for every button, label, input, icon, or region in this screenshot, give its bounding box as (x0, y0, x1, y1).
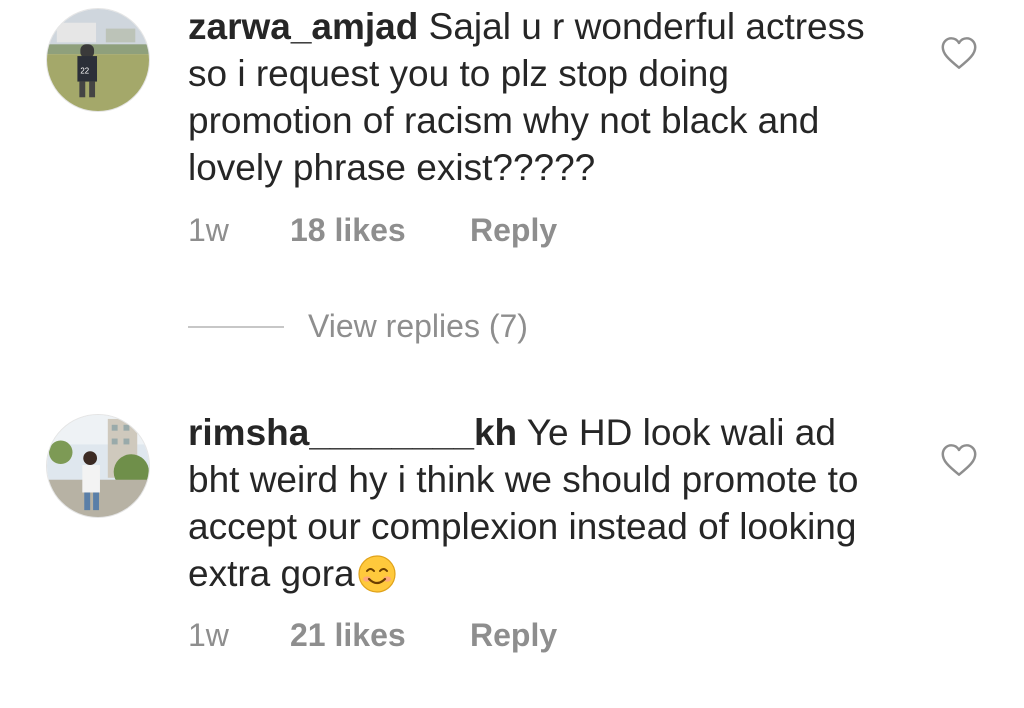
comment-text: rimsha________kh Ye HD look wali ad bht … (188, 409, 868, 597)
like-button[interactable] (940, 36, 978, 70)
view-replies-label: View replies (7) (308, 308, 528, 344)
comment-text: zarwa_amjad Sajal u r wonderful actress … (188, 3, 868, 191)
like-button[interactable] (940, 443, 978, 477)
avatar[interactable] (46, 414, 150, 518)
svg-text:22: 22 (80, 67, 89, 76)
comment-username[interactable]: zarwa_amjad (188, 6, 418, 47)
comment-time: 1w (188, 617, 229, 653)
comment-meta: 1w 21 likes Reply (188, 617, 557, 654)
avatar-photo: 22 (47, 9, 149, 111)
comment-meta: 1w 18 likes Reply (188, 212, 557, 249)
heart-outline-icon (941, 444, 977, 476)
comment-likes[interactable]: 21 likes (290, 617, 470, 654)
avatar-photo (47, 415, 149, 517)
comment-likes[interactable]: 18 likes (290, 212, 470, 249)
smiling-face-emoji-icon (357, 554, 397, 594)
replies-divider (188, 325, 284, 328)
comment-time: 1w (188, 212, 229, 248)
heart-outline-icon (941, 37, 977, 69)
reply-button[interactable]: Reply (470, 617, 557, 654)
view-replies-button[interactable]: View replies (7) (188, 308, 528, 345)
avatar[interactable]: 22 (46, 8, 150, 112)
reply-button[interactable]: Reply (470, 212, 557, 249)
comment-username[interactable]: rimsha________kh (188, 412, 517, 453)
